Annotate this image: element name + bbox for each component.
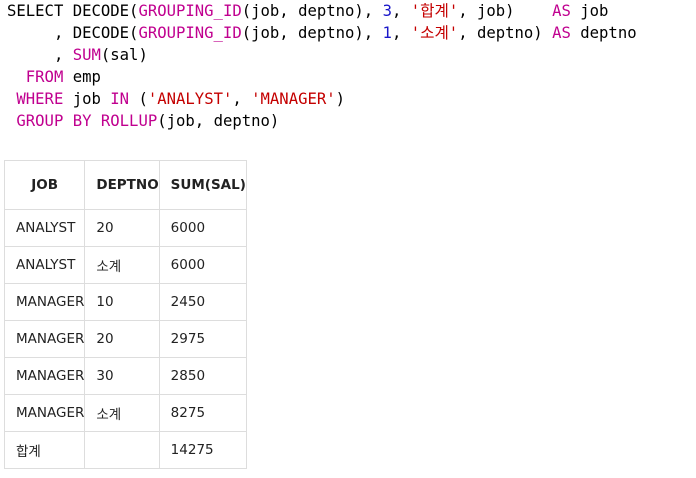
sql-number: 1: [382, 24, 392, 42]
sql-string: '합계': [410, 2, 459, 20]
result-table: JOB DEPTNO SUM(SAL) ANALYST 20 6000 ANAL…: [3, 160, 247, 469]
sql-code-block: SELECT DECODE(GROUPING_ID(job, deptno), …: [0, 0, 637, 132]
sql-keyword: WHERE: [16, 90, 64, 108]
cell-deptno: [84, 431, 160, 469]
sql-line: , SUM(sal): [7, 44, 637, 66]
cell-sum-sal: 2850: [158, 357, 247, 395]
cell-deptno: 소계: [84, 246, 160, 284]
cell-deptno: 10: [84, 283, 160, 321]
sql-text: (job, deptno),: [241, 2, 383, 20]
sql-keyword: GROUPING_ID: [138, 2, 242, 20]
cell-sum-sal: 8275: [158, 394, 247, 432]
sql-string: '소계': [410, 24, 459, 42]
cell-sum-sal: 6000: [158, 209, 247, 247]
cell-sum-sal: 2450: [158, 283, 247, 321]
table-row: MANAGER 20 2975: [3, 320, 247, 358]
sql-number: 3: [382, 2, 392, 20]
cell-sum-sal: 14275: [158, 431, 247, 469]
cell-deptno: 소계: [84, 394, 160, 432]
sql-line: FROM emp: [7, 66, 637, 88]
cell-job: MANAGER: [3, 357, 86, 395]
header-deptno: DEPTNO: [84, 160, 160, 210]
table-row: 합계 14275: [3, 431, 247, 469]
cell-job: MANAGER: [3, 320, 86, 358]
table-row: ANALYST 20 6000: [3, 209, 247, 247]
sql-text: job: [570, 2, 609, 20]
sql-text: ,: [232, 90, 252, 108]
sql-text: , job): [458, 2, 553, 20]
sql-string: 'MANAGER': [251, 90, 336, 108]
cell-job: 합계: [3, 431, 86, 469]
sql-line: GROUP BY ROLLUP(job, deptno): [7, 110, 637, 132]
sql-text: (: [129, 90, 148, 108]
sql-text: ,: [7, 46, 73, 64]
sql-keyword: FROM: [25, 68, 64, 86]
sql-line: SELECT DECODE(GROUPING_ID(job, deptno), …: [7, 0, 637, 22]
sql-line: , DECODE(GROUPING_ID(job, deptno), 1, '소…: [7, 22, 637, 44]
sql-keyword: GROUPING_ID: [138, 24, 242, 42]
sql-text: , deptno): [458, 24, 553, 42]
table-row: MANAGER 30 2850: [3, 357, 247, 395]
header-sum-sal: SUM(SAL): [158, 160, 247, 210]
sql-keyword: SUM: [72, 46, 101, 64]
sql-keyword: AS: [552, 24, 571, 42]
cell-sum-sal: 2975: [158, 320, 247, 358]
cell-job: ANALYST: [3, 209, 86, 247]
sql-string: 'ANALYST': [147, 90, 233, 108]
header-job: JOB: [3, 160, 86, 210]
cell-deptno: 20: [84, 320, 160, 358]
sql-line: WHERE job IN ('ANALYST', 'MANAGER'): [7, 88, 637, 110]
sql-text: job: [63, 90, 111, 108]
sql-text: (job, deptno),: [241, 24, 383, 42]
sql-text: DECODE(: [63, 2, 139, 20]
sql-keyword: ROLLUP: [100, 112, 158, 130]
sql-text: ,: [391, 2, 411, 20]
sql-text: (sal): [100, 46, 148, 64]
sql-keyword: IN: [110, 90, 130, 108]
table-row: MANAGER 소계 8275: [3, 394, 247, 432]
sql-text: SELECT: [7, 2, 64, 20]
sql-text: (job, deptno): [157, 112, 280, 130]
cell-deptno: 20: [84, 209, 160, 247]
sql-text: emp: [63, 68, 101, 86]
sql-text: ): [335, 90, 346, 108]
sql-text: deptno: [570, 24, 637, 42]
cell-job: ANALYST: [3, 246, 86, 284]
cell-job: MANAGER: [3, 394, 86, 432]
table-header-row: JOB DEPTNO SUM(SAL): [3, 160, 247, 210]
table-row: ANALYST 소계 6000: [3, 246, 247, 284]
sql-text: , DECODE(: [7, 24, 139, 42]
sql-text: ,: [391, 24, 411, 42]
table-row: MANAGER 10 2450: [3, 283, 247, 321]
sql-keyword: AS: [552, 2, 571, 20]
sql-keyword: GROUP BY: [16, 112, 92, 130]
cell-job: MANAGER: [3, 283, 86, 321]
cell-sum-sal: 6000: [158, 246, 247, 284]
cell-deptno: 30: [84, 357, 160, 395]
